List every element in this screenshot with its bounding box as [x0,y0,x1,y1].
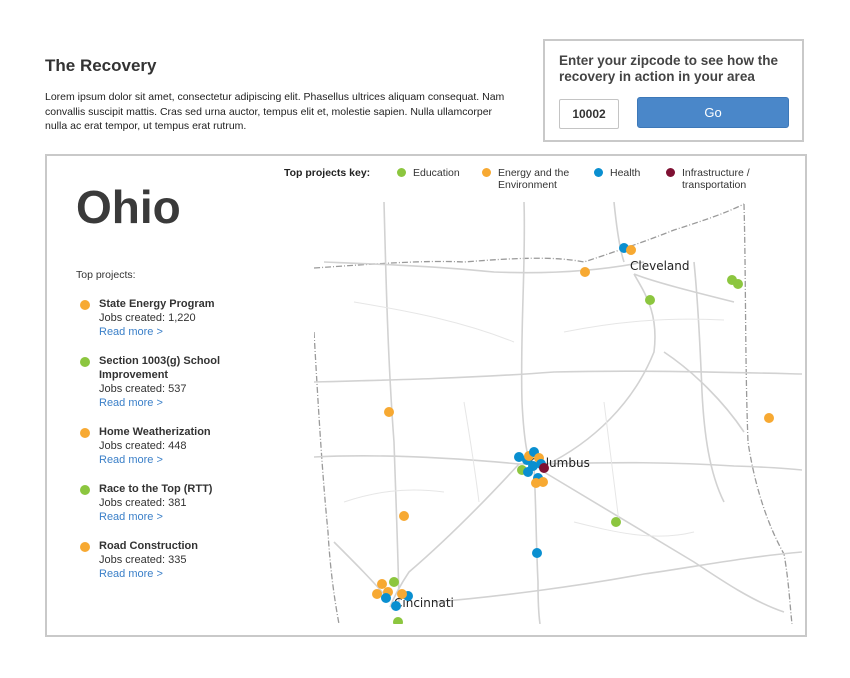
education-project-marker[interactable] [645,295,655,305]
energy-dot-icon [80,428,90,438]
energy-project-marker[interactable] [538,477,548,487]
zipcode-widget: Enter your zipcode to see how the recove… [543,39,804,142]
project-name: Road Construction [99,540,198,552]
key-label: Energy and the Environment [498,167,570,191]
project-jobs: Jobs created: 335 [99,554,187,566]
project-jobs: Jobs created: 1,220 [99,312,196,324]
energy-project-marker[interactable] [626,245,636,255]
energy-project-marker[interactable] [397,589,407,599]
intro-text: Lorem ipsum dolor sit amet, consectetur … [45,91,505,132]
health-project-marker[interactable] [381,593,391,603]
project-name: Home Weatherization [99,426,211,438]
project-dots[interactable] [372,243,774,624]
read-more-link[interactable]: Read more > [99,510,163,524]
project-jobs: Jobs created: 537 [99,383,187,395]
education-dot-icon [80,357,90,367]
energy-project-marker[interactable] [764,413,774,423]
top-projects-label: Top projects: [76,269,136,281]
read-more-link[interactable]: Read more > [99,453,163,467]
energy-dot-icon [80,542,90,552]
key-label: Infrastructure / transportation [682,167,750,191]
project-name: State Energy Program [99,298,215,310]
health-project-marker[interactable] [532,548,542,558]
infrastructure-dot-icon [666,168,675,177]
education-dot-icon [397,168,406,177]
project-name: Section 1003(g) School Improvement [99,355,221,381]
project-jobs: Jobs created: 381 [99,497,187,509]
energy-project-marker[interactable] [372,589,382,599]
city-labels: Cleveland Columbus Cincinnati [394,259,690,610]
energy-dot-icon [80,300,90,310]
education-dot-icon [80,485,90,495]
energy-dot-icon [482,168,491,177]
education-project-marker[interactable] [393,617,403,624]
state-panel: Ohio Top projects: State Energy Program … [45,154,807,637]
state-name: Ohio [76,181,181,233]
read-more-link[interactable]: Read more > [99,325,163,339]
zipcode-input[interactable] [559,99,619,129]
key-label: Health [610,167,641,179]
zipcode-prompt: Enter your zipcode to see how the recove… [559,53,779,84]
energy-project-marker[interactable] [384,407,394,417]
energy-project-marker[interactable] [399,511,409,521]
education-project-marker[interactable] [389,577,399,587]
key-title: Top projects key: [284,167,371,179]
ohio-map[interactable]: Cleveland Columbus Cincinnati [314,202,802,624]
energy-project-marker[interactable] [580,267,590,277]
read-more-link[interactable]: Read more > [99,396,163,410]
health-dot-icon [594,168,603,177]
go-button[interactable]: Go [637,97,789,128]
education-project-marker[interactable] [733,279,743,289]
page-title: The Recovery [45,56,157,75]
infrastructure-project-marker[interactable] [539,463,549,473]
project-name: Race to the Top (RTT) [99,483,213,495]
read-more-link[interactable]: Read more > [99,567,163,581]
project-jobs: Jobs created: 448 [99,440,187,452]
health-project-marker[interactable] [523,467,533,477]
city-label-cleveland: Cleveland [630,259,690,273]
energy-project-marker[interactable] [377,579,387,589]
health-project-marker[interactable] [391,601,401,611]
minor-roads [343,301,725,537]
education-project-marker[interactable] [611,517,621,527]
key-label: Education [413,167,460,179]
